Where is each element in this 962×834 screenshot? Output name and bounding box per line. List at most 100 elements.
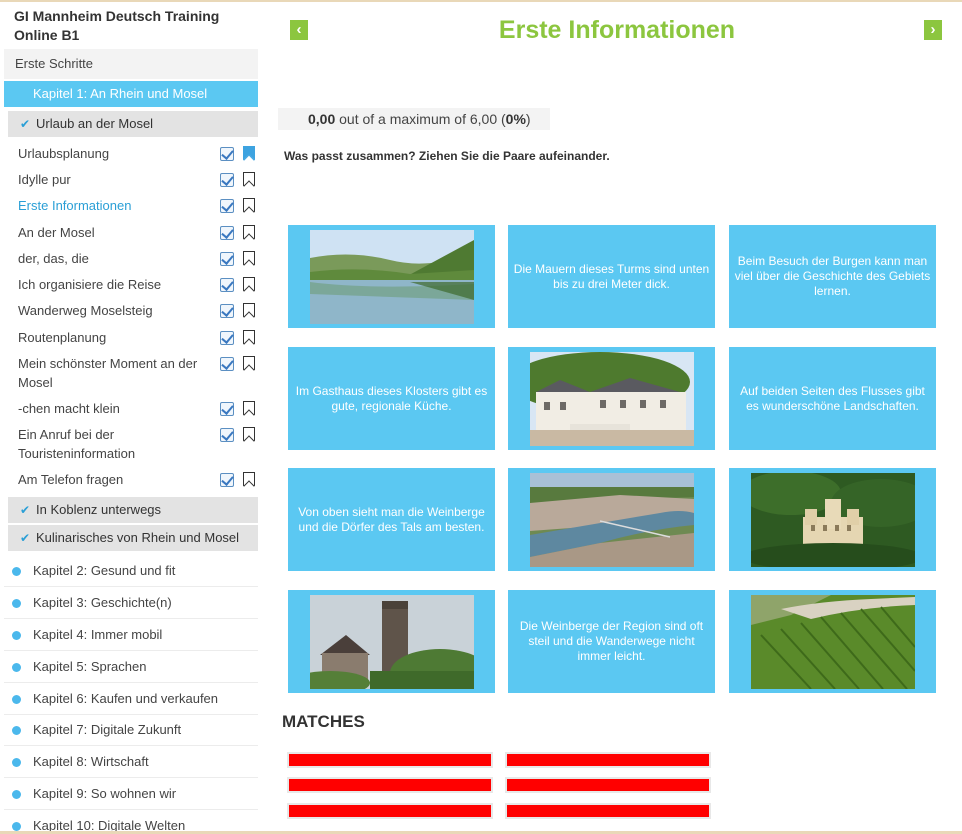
match-card-image-town[interactable] xyxy=(508,468,715,571)
section-label: Urlaub an der Mosel xyxy=(36,116,154,131)
sidebar-chapter-10[interactable]: Kapitel 10: Digitale Welten xyxy=(4,810,258,831)
completed-checkbox-icon xyxy=(220,304,234,318)
lesson-label: An der Mosel xyxy=(18,225,95,240)
completed-checkbox-icon xyxy=(220,173,234,187)
match-card-image-vineyard[interactable] xyxy=(729,590,936,693)
chevron-left-icon: ‹ xyxy=(296,21,302,38)
match-card-text[interactable]: Beim Besuch der Burgen kann man viel übe… xyxy=(729,225,936,328)
castle-photo xyxy=(750,472,915,567)
town-aerial-photo xyxy=(529,472,694,567)
chapter-label: Kapitel 4: Immer mobil xyxy=(33,627,163,642)
lesson-label: der, das, die xyxy=(18,251,89,266)
course-sidebar: GI Mannheim Deutsch Training Online B1 E… xyxy=(0,2,262,831)
match-drop-slot[interactable] xyxy=(287,752,493,768)
bullet-icon xyxy=(12,631,21,640)
sidebar-chapter-5[interactable]: Kapitel 5: Sprachen xyxy=(4,651,258,683)
score-text: out of a maximum of 6,00 ( xyxy=(335,111,506,127)
completed-checkbox-icon xyxy=(220,428,234,442)
river-valley-photo xyxy=(309,229,474,324)
bookmark-icon[interactable] xyxy=(243,472,255,486)
chapter-label: Kapitel 10: Digitale Welten xyxy=(33,818,186,831)
lesson-label: Ein Anruf bei der Touristeninformation xyxy=(18,427,136,461)
page-title: Erste Informationen xyxy=(498,16,736,44)
bookmark-icon[interactable] xyxy=(243,427,255,441)
score-percent: 0% xyxy=(505,111,526,127)
lesson-label: Routenplanung xyxy=(18,330,107,345)
completed-checkbox-icon xyxy=(220,199,234,213)
matches-heading: MATCHES xyxy=(282,712,365,731)
bookmark-icon[interactable] xyxy=(243,356,255,370)
match-card-text[interactable]: Von oben sieht man die Weinberge und die… xyxy=(288,468,495,571)
match-drop-slot[interactable] xyxy=(505,803,711,819)
lesson-item[interactable]: Am Telefon fragen xyxy=(18,470,258,489)
match-drop-slot[interactable] xyxy=(505,777,711,793)
lesson-item[interactable]: Mein schönster Moment an der Mosel xyxy=(18,354,258,392)
sidebar-chapter-8[interactable]: Kapitel 8: Wirtschaft xyxy=(4,746,258,778)
match-card-text[interactable]: Auf beiden Seiten des Flusses gibt es wu… xyxy=(729,347,936,450)
score-close: ) xyxy=(525,111,531,127)
bookmark-icon[interactable] xyxy=(243,225,255,239)
vineyard-photo xyxy=(750,594,915,689)
lesson-item[interactable]: Routenplanung xyxy=(18,328,258,347)
lesson-item-current[interactable]: Erste Informationen xyxy=(18,196,258,215)
sidebar-chapter-9[interactable]: Kapitel 9: So wohnen wir xyxy=(4,778,258,810)
section-label: In Koblenz unterwegs xyxy=(36,502,162,517)
match-card-image-monastery[interactable] xyxy=(508,347,715,450)
check-icon: ✔ xyxy=(20,503,31,517)
bookmark-icon[interactable] xyxy=(243,146,255,160)
bookmark-icon[interactable] xyxy=(243,172,255,186)
completed-checkbox-icon xyxy=(220,402,234,416)
chapter-label: Kapitel 3: Geschichte(n) xyxy=(33,595,172,610)
lesson-item[interactable]: Idylle pur xyxy=(18,170,258,189)
completed-checkbox-icon xyxy=(220,331,234,345)
chapter-label: Kapitel 7: Digitale Zukunft xyxy=(33,722,182,737)
match-card-text[interactable]: Die Mauern dieses Turms sind unten bis z… xyxy=(508,225,715,328)
completed-checkbox-icon xyxy=(220,357,234,371)
bookmark-icon[interactable] xyxy=(243,401,255,415)
lesson-item[interactable]: Wanderweg Moselsteig xyxy=(18,301,258,320)
lesson-label: Wanderweg Moselsteig xyxy=(18,303,153,318)
sidebar-chapter-2[interactable]: Kapitel 2: Gesund und fit xyxy=(4,555,258,587)
match-card-image-castle[interactable] xyxy=(729,468,936,571)
lesson-label: Erste Informationen xyxy=(18,198,132,213)
check-icon: ✔ xyxy=(20,117,31,131)
sidebar-item-first-steps[interactable]: Erste Schritte xyxy=(4,49,258,79)
lesson-label: Ich organisiere die Reise xyxy=(18,277,162,292)
sidebar-section-koblenz[interactable]: ✔ In Koblenz unterwegs xyxy=(8,497,258,523)
match-drop-slot[interactable] xyxy=(505,752,711,768)
match-card-text[interactable]: Die Weinberge der Region sind oft steil … xyxy=(508,590,715,693)
sidebar-chapter-3[interactable]: Kapitel 3: Geschichte(n) xyxy=(4,587,258,619)
sidebar-chapter-6[interactable]: Kapitel 6: Kaufen und verkaufen xyxy=(4,683,258,715)
chapter-label: Kapitel 2: Gesund und fit xyxy=(33,563,176,578)
bullet-icon xyxy=(12,822,21,831)
match-card-text[interactable]: Im Gasthaus dieses Klosters gibt es gute… xyxy=(288,347,495,450)
sidebar-section-urlaub[interactable]: ✔ Urlaub an der Mosel xyxy=(8,111,258,137)
chapter-label: Kapitel 5: Sprachen xyxy=(33,659,147,674)
sidebar-chapter-7[interactable]: Kapitel 7: Digitale Zukunft xyxy=(4,714,258,746)
lesson-item[interactable]: Urlaubsplanung xyxy=(18,144,258,163)
bookmark-icon[interactable] xyxy=(243,277,255,291)
sidebar-chapter-1[interactable]: Kapitel 1: An Rhein und Mosel xyxy=(4,81,258,107)
completed-checkbox-icon xyxy=(220,473,234,487)
match-card-image-river[interactable] xyxy=(288,225,495,328)
lesson-item[interactable]: der, das, die xyxy=(18,249,258,268)
sidebar-chapter-4[interactable]: Kapitel 4: Immer mobil xyxy=(4,619,258,651)
sidebar-section-kulinarisches[interactable]: ✔ Kulinarisches von Rhein und Mosel xyxy=(8,525,258,551)
bookmark-icon[interactable] xyxy=(243,198,255,212)
previous-page-button[interactable]: ‹ xyxy=(290,20,308,40)
lesson-item[interactable]: Ich organisiere die Reise xyxy=(18,275,258,294)
bookmark-icon[interactable] xyxy=(243,251,255,265)
bookmark-icon[interactable] xyxy=(243,330,255,344)
bookmark-icon[interactable] xyxy=(243,303,255,317)
monastery-photo xyxy=(529,351,694,446)
match-drop-slot[interactable] xyxy=(287,803,493,819)
lesson-label: -chen macht klein xyxy=(18,401,120,416)
lesson-item[interactable]: -chen macht klein xyxy=(18,399,258,418)
course-title: GI Mannheim Deutsch Training Online B1 xyxy=(14,8,220,43)
lesson-item[interactable]: Ein Anruf bei der Touristeninformation xyxy=(18,425,258,463)
next-page-button[interactable]: › xyxy=(924,20,942,40)
match-card-image-tower[interactable] xyxy=(288,590,495,693)
score-display: 0,00 out of a maximum of 6,00 (0%) xyxy=(278,108,550,130)
lesson-item[interactable]: An der Mosel xyxy=(18,223,258,242)
match-drop-slot[interactable] xyxy=(287,777,493,793)
